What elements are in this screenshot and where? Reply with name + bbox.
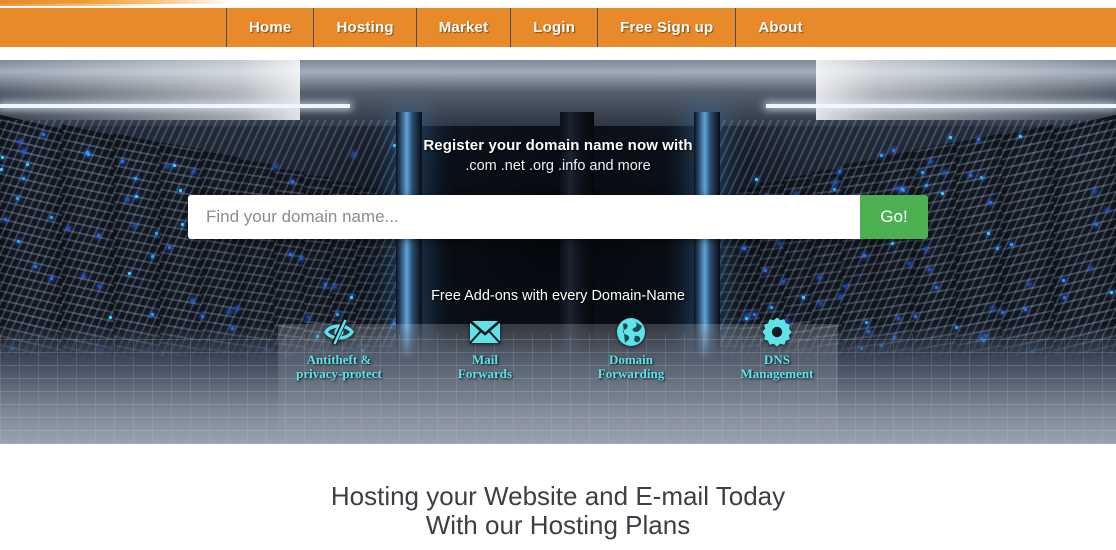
nav-left-spacer xyxy=(0,8,226,47)
globe-icon xyxy=(616,316,646,348)
top-decorative-strip xyxy=(0,0,1116,8)
page-root: Home Hosting Market Login Free Sign up About … xyxy=(0,0,1116,550)
nav-item-label: Market xyxy=(438,19,489,36)
nav-item-hosting[interactable]: Hosting xyxy=(314,8,417,47)
addon-item-gear[interactable]: DNS Management xyxy=(721,316,833,381)
nav-item-list: Home Hosting Market Login Free Sign up About xyxy=(226,8,825,47)
nav-item-home[interactable]: Home xyxy=(226,8,315,47)
hero-subtitle: .com .net .org .info and more xyxy=(465,158,651,174)
domain-search-input[interactable] xyxy=(188,195,860,239)
addon-label: Domain Forwarding xyxy=(597,352,665,382)
hero-banner: Register your domain name now with .com … xyxy=(0,60,1116,444)
hosting-plans-heading: Hosting your Website and E-mail Today Wi… xyxy=(330,481,786,541)
gear-icon xyxy=(762,316,792,348)
main-navigation-bar: Home Hosting Market Login Free Sign up About xyxy=(0,8,1116,47)
envelope-icon xyxy=(469,316,501,348)
hosting-plans-section: Hosting your Website and E-mail Today Wi… xyxy=(0,444,1116,550)
addon-label: Mail Forwards xyxy=(457,352,513,382)
nav-item-label: About xyxy=(758,19,803,36)
hero-title: Register your domain name now with xyxy=(423,137,693,154)
addon-item-envelope[interactable]: Mail Forwards xyxy=(429,316,541,381)
addons-list: Antitheft & privacy-protect Mail Forwards… xyxy=(283,316,833,381)
nav-item-market[interactable]: Market xyxy=(417,8,512,47)
addon-item-eye-slash[interactable]: Antitheft & privacy-protect xyxy=(283,316,395,381)
nav-item-login[interactable]: Login xyxy=(511,8,599,47)
hero-content: Register your domain name now with .com … xyxy=(0,60,1116,444)
eye-slash-icon xyxy=(323,316,355,348)
domain-search-bar: Go! xyxy=(188,195,928,239)
addon-item-globe[interactable]: Domain Forwarding xyxy=(575,316,687,381)
addon-label: Antitheft & privacy-protect xyxy=(296,352,382,382)
addons-title: Free Add-ons with every Domain-Name xyxy=(431,288,685,304)
nav-item-label: Free Sign up xyxy=(620,19,714,36)
addon-label: DNS Management xyxy=(740,352,814,382)
swoosh-shape-lower xyxy=(0,3,160,6)
nav-item-label: Login xyxy=(533,19,576,36)
nav-item-free-sign-up[interactable]: Free Sign up xyxy=(598,8,737,47)
nav-item-about[interactable]: About xyxy=(736,8,824,47)
nav-item-label: Home xyxy=(249,19,292,36)
nav-item-label: Hosting xyxy=(336,19,394,36)
domain-search-go-button[interactable]: Go! xyxy=(860,195,928,239)
